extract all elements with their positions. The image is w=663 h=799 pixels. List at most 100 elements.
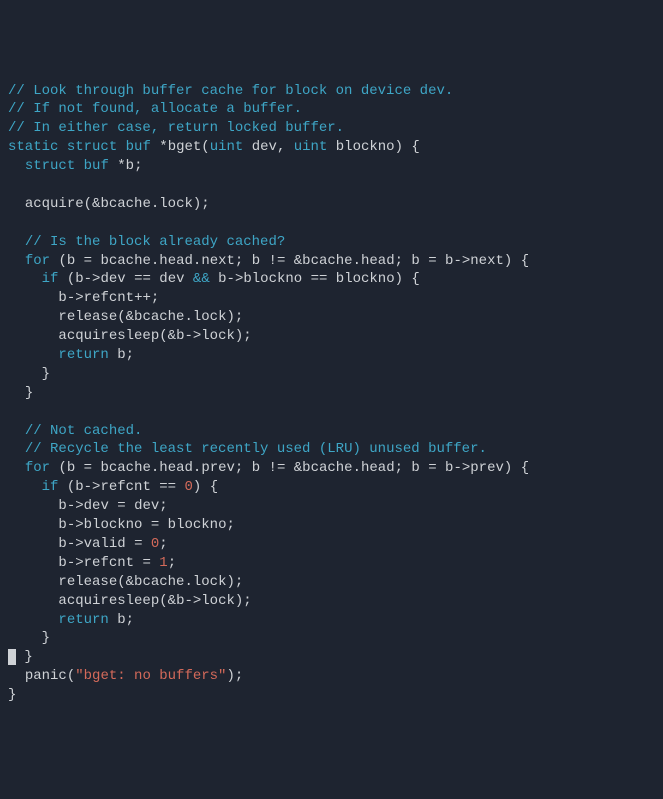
kw-return: return [58, 612, 108, 628]
kw-for: for [25, 253, 50, 269]
param-blockno: blockno [84, 517, 143, 533]
var-b: b [252, 460, 260, 476]
neq: != [269, 460, 286, 476]
eqeq: == [134, 271, 151, 287]
var-b: b [126, 158, 134, 174]
call-release: release [58, 309, 117, 325]
semi: ; [201, 196, 209, 212]
var-b: b [411, 253, 419, 269]
eq: = [134, 536, 142, 552]
semi: ; [395, 460, 403, 476]
var-b: b [117, 612, 125, 628]
eqeq: == [159, 479, 176, 495]
dot: . [151, 196, 159, 212]
lparen: ( [67, 271, 75, 287]
var-b: b [252, 253, 260, 269]
comment-line: // In either case, return locked buffer. [8, 120, 344, 136]
kw-struct: struct [25, 158, 75, 174]
eq: = [151, 517, 159, 533]
arrow: -> [67, 555, 84, 571]
lparen: ( [201, 139, 209, 155]
param-blockno: blockno [168, 517, 227, 533]
rparen: ) [504, 460, 512, 476]
rbrace: } [42, 630, 50, 646]
amp: & [168, 593, 176, 609]
call-release: release [58, 574, 117, 590]
rparen: ) [504, 253, 512, 269]
semi: ; [235, 668, 243, 684]
semi: ; [126, 347, 134, 363]
id-lock: lock [201, 328, 235, 344]
var-b: b [75, 271, 83, 287]
rparen: ) [226, 668, 234, 684]
andand: && [193, 271, 210, 287]
num-one: 1 [159, 555, 167, 571]
amp: & [126, 574, 134, 590]
amp: & [168, 328, 176, 344]
id-prev: prev [470, 460, 504, 476]
call-acquiresleep: acquiresleep [58, 328, 159, 344]
semi: ; [159, 498, 167, 514]
semi: ; [168, 555, 176, 571]
call-panic: panic [25, 668, 67, 684]
rbrace: } [42, 366, 50, 382]
kw-if: if [42, 479, 59, 495]
var-b: b [411, 460, 419, 476]
id-bcache: bcache [302, 460, 352, 476]
amp: & [126, 309, 134, 325]
kw-struct: struct [67, 139, 117, 155]
lparen: ( [67, 479, 75, 495]
var-b: b [58, 290, 66, 306]
lbrace: { [521, 460, 529, 476]
id-bcache: bcache [100, 460, 150, 476]
id-refcnt: refcnt [84, 555, 134, 571]
comment-line: // Recycle the least recently used (LRU)… [25, 441, 487, 457]
var-b: b [75, 479, 83, 495]
param-dev: dev [159, 271, 184, 287]
var-b: b [58, 517, 66, 533]
var-b: b [67, 460, 75, 476]
param-dev: dev [100, 271, 125, 287]
code-editor[interactable]: // Look through buffer cache for block o… [8, 82, 655, 705]
lparen: ( [117, 574, 125, 590]
arrow: -> [184, 328, 201, 344]
lbrace: { [521, 253, 529, 269]
eq: = [428, 460, 436, 476]
star: * [159, 139, 167, 155]
lparen: ( [58, 460, 66, 476]
dot: . [184, 309, 192, 325]
id-refcnt: refcnt [84, 290, 134, 306]
id-next: next [201, 253, 235, 269]
type-uint: uint [210, 139, 244, 155]
id-lock: lock [193, 574, 227, 590]
neq: != [269, 253, 286, 269]
param-blockno: blockno [336, 271, 395, 287]
comment-line: // If not found, allocate a buffer. [8, 101, 302, 117]
comma: , [277, 139, 285, 155]
var-b: b [58, 555, 66, 571]
eq: = [117, 498, 125, 514]
call-acquiresleep: acquiresleep [58, 593, 159, 609]
dot: . [353, 253, 361, 269]
id-head: head [159, 460, 193, 476]
lbrace: { [210, 479, 218, 495]
var-b: b [58, 498, 66, 514]
amp: & [294, 460, 302, 476]
id-head: head [159, 253, 193, 269]
id-bcache: bcache [302, 253, 352, 269]
rbrace: } [8, 687, 16, 703]
eq: = [428, 253, 436, 269]
lparen: ( [67, 668, 75, 684]
num-zero: 0 [185, 479, 193, 495]
semi: ; [395, 253, 403, 269]
lbrace: { [411, 271, 419, 287]
eq: = [84, 460, 92, 476]
rbrace: } [24, 649, 32, 665]
id-bcache: bcache [134, 309, 184, 325]
semi: ; [126, 612, 134, 628]
arrow: -> [453, 253, 470, 269]
semi: ; [243, 328, 251, 344]
rparen: ) [395, 271, 403, 287]
id-head: head [361, 253, 395, 269]
id-lock: lock [159, 196, 193, 212]
